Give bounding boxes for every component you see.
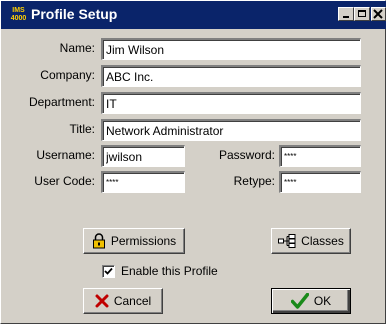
company-field[interactable] [101, 65, 361, 87]
checkmark-icon [290, 293, 309, 309]
password-field[interactable] [279, 145, 361, 167]
close-icon [373, 9, 383, 19]
user-code-field[interactable] [101, 171, 185, 193]
department-label: Department: [28, 95, 95, 109]
title-label: Title: [69, 122, 95, 136]
title-bar[interactable]: IMS 4000 Profile Setup [1, 1, 386, 29]
maximize-button[interactable] [354, 7, 370, 21]
classes-button-label: Classes [301, 234, 344, 248]
company-label: Company: [40, 68, 95, 82]
app-icon: IMS 4000 [10, 7, 27, 24]
cancel-button-label: Cancel [113, 294, 152, 308]
minimize-button[interactable] [338, 7, 354, 21]
checkmark-icon [104, 267, 113, 275]
window-title: Profile Setup [31, 6, 118, 22]
enable-profile-row[interactable]: Enable this Profile [102, 263, 218, 279]
name-label: Name: [59, 41, 95, 55]
retype-label: Retype: [233, 174, 275, 188]
username-label: Username: [36, 148, 95, 162]
ok-button[interactable]: OK [271, 288, 351, 314]
username-field[interactable] [101, 145, 185, 167]
ok-button-label: OK [313, 294, 332, 308]
profile-setup-window: IMS4000 Profile Setup Name: Company: Dep… [0, 0, 386, 324]
enable-profile-checkbox[interactable] [102, 264, 115, 278]
enable-profile-label: Enable this Profile [121, 264, 218, 278]
department-field[interactable] [101, 92, 361, 114]
close-button[interactable] [371, 7, 386, 21]
title-field[interactable] [101, 119, 361, 141]
password-label: Password: [218, 148, 275, 162]
classes-button[interactable]: Classes [271, 228, 351, 254]
name-field[interactable] [101, 38, 361, 60]
user-code-label: User Code: [34, 174, 95, 188]
permissions-button-label: Permissions [110, 234, 177, 248]
padlock-icon [92, 233, 105, 249]
retype-field[interactable] [279, 171, 361, 193]
cancel-button[interactable]: Cancel [83, 288, 163, 314]
x-icon [95, 294, 109, 308]
permissions-button[interactable]: Permissions [83, 228, 185, 254]
hierarchy-icon [278, 234, 296, 248]
